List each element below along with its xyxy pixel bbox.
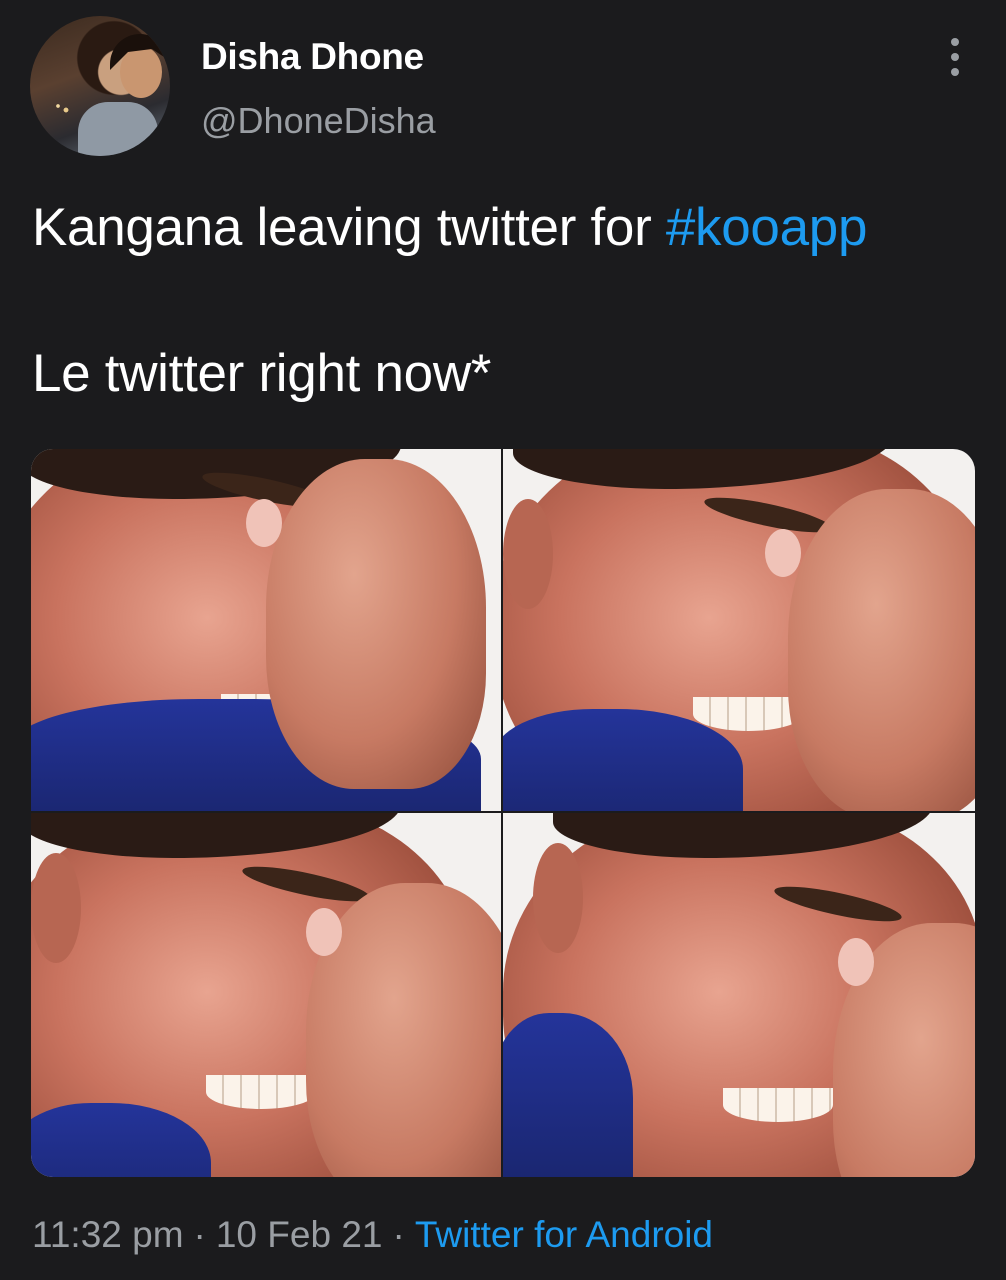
thumbnail-shape	[246, 499, 282, 547]
thumbnail-shape	[306, 908, 342, 956]
media-image-4[interactable]	[503, 813, 975, 1177]
media-image-1[interactable]	[31, 449, 501, 811]
tweet-text-line1: Kangana leaving twitter for	[32, 198, 666, 257]
meta-separator: ·	[392, 1214, 405, 1255]
tweet-date[interactable]: 10 Feb 21	[216, 1214, 383, 1255]
more-dot	[951, 38, 959, 46]
hand-shape	[266, 459, 486, 789]
hashtag-link[interactable]: #kooapp	[666, 198, 868, 257]
avatar-face	[120, 46, 162, 98]
avatar-shirt	[78, 102, 158, 156]
tweet-text: Kangana leaving twitter for #kooapp Le t…	[32, 196, 982, 406]
tweet-meta: 11:32 pm · 10 Feb 21 · Twitter for Android	[32, 1214, 713, 1256]
ear-shape	[533, 843, 583, 953]
more-dot	[951, 68, 959, 76]
teeth-shape	[723, 1088, 833, 1122]
tweet-card: Disha Dhone @DhoneDisha Kangana leaving …	[0, 0, 1006, 1280]
more-dot	[951, 53, 959, 61]
media-image-3[interactable]	[31, 813, 501, 1177]
thumbnail-shape	[838, 938, 874, 986]
more-vertical-icon[interactable]	[943, 38, 967, 76]
avatar[interactable]	[30, 16, 170, 156]
user-handle[interactable]: @DhoneDisha	[201, 100, 436, 142]
meta-separator: ·	[193, 1214, 206, 1255]
tweet-time[interactable]: 11:32 pm	[32, 1214, 184, 1255]
teeth-shape	[693, 697, 803, 731]
tweet-text-line2: Le twitter right now*	[32, 344, 492, 403]
display-name[interactable]: Disha Dhone	[201, 36, 424, 78]
media-image-2[interactable]	[503, 449, 975, 811]
tweet-source-link[interactable]: Twitter for Android	[415, 1214, 713, 1255]
teeth-shape	[206, 1075, 316, 1109]
ear-shape	[31, 853, 81, 963]
hand-shape	[788, 489, 975, 811]
thumbnail-shape	[765, 529, 801, 577]
tweet-media-grid[interactable]	[31, 449, 975, 1177]
ear-shape	[503, 499, 553, 609]
avatar-background-lights	[38, 86, 78, 126]
